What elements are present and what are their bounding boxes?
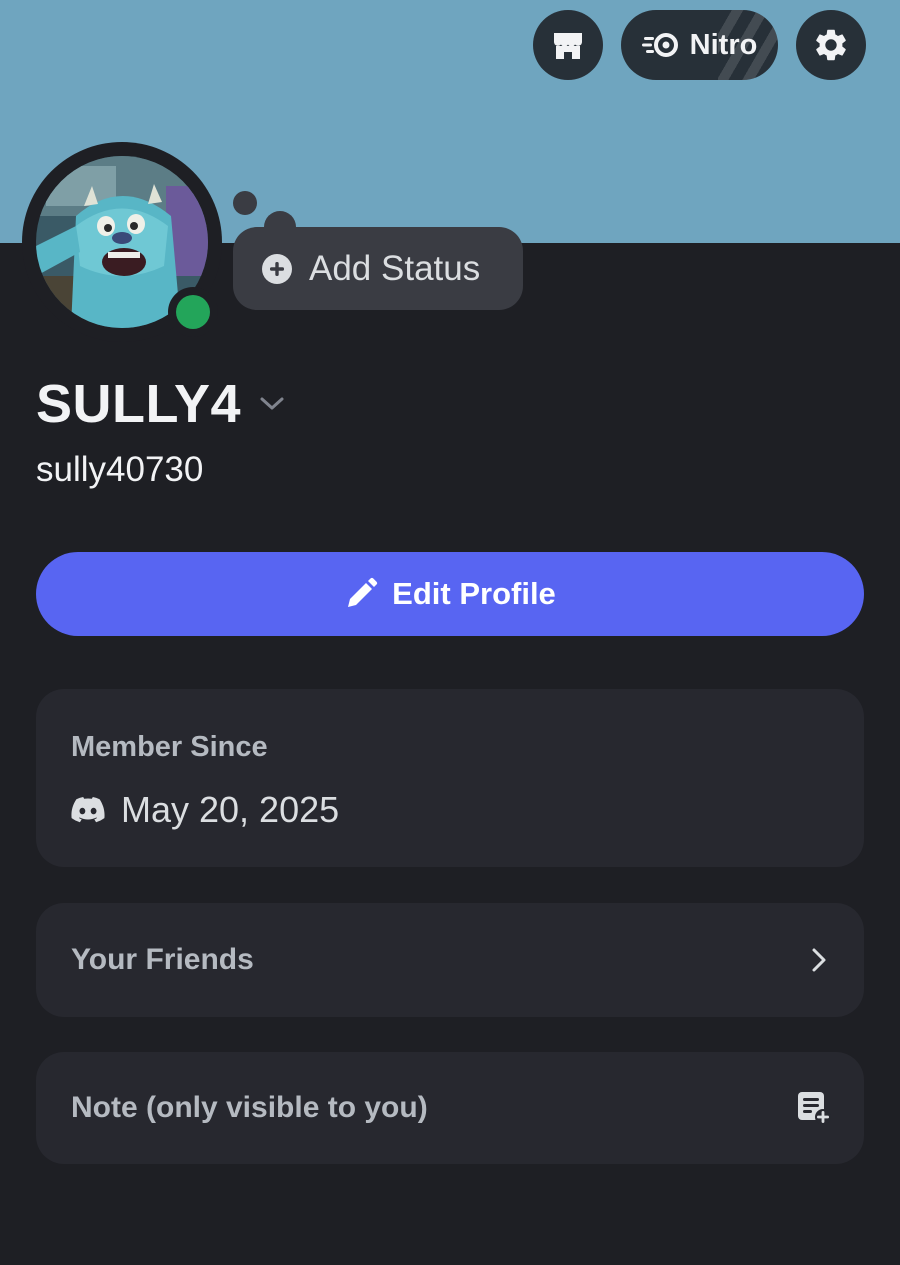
username: sully40730: [36, 450, 204, 489]
status-bubble-tail-small: [233, 191, 257, 215]
your-friends-row[interactable]: Your Friends: [36, 903, 864, 1017]
note-row[interactable]: Note (only visible to you): [36, 1052, 864, 1164]
add-status-label: Add Status: [309, 248, 481, 288]
member-since-date: May 20, 2025: [121, 789, 340, 830]
edit-profile-label: Edit Profile: [392, 576, 556, 611]
member-since-heading: Member Since: [71, 731, 268, 763]
display-name-row[interactable]: SULLY4: [36, 373, 285, 435]
edit-profile-button[interactable]: Edit Profile: [36, 552, 864, 636]
nitro-label: Nitro: [689, 28, 758, 61]
profile-screen: Nitro Add Status SULLY4 sully40730 Edit …: [0, 0, 900, 1265]
member-since-card: Member Since May 20, 2025: [36, 689, 864, 867]
add-status-button[interactable]: Add Status: [233, 227, 523, 310]
your-friends-label: Your Friends: [71, 943, 254, 976]
pencil-icon: [344, 577, 378, 611]
chevron-down-icon[interactable]: [259, 396, 285, 412]
add-note-icon[interactable]: [796, 1090, 832, 1126]
chevron-right-icon: [810, 946, 828, 974]
display-name: SULLY4: [36, 374, 242, 434]
shop-icon: [550, 27, 586, 63]
online-status-dot: [176, 295, 210, 329]
settings-button[interactable]: [796, 10, 866, 80]
gear-icon: [812, 26, 850, 64]
shop-button[interactable]: [533, 10, 603, 80]
nitro-icon: [641, 30, 682, 60]
nitro-button[interactable]: Nitro: [621, 10, 778, 80]
note-label: Note (only visible to you): [71, 1091, 428, 1124]
plus-circle-icon: [261, 253, 293, 285]
discord-icon: [71, 797, 105, 823]
member-since-row: May 20, 2025: [71, 789, 339, 831]
